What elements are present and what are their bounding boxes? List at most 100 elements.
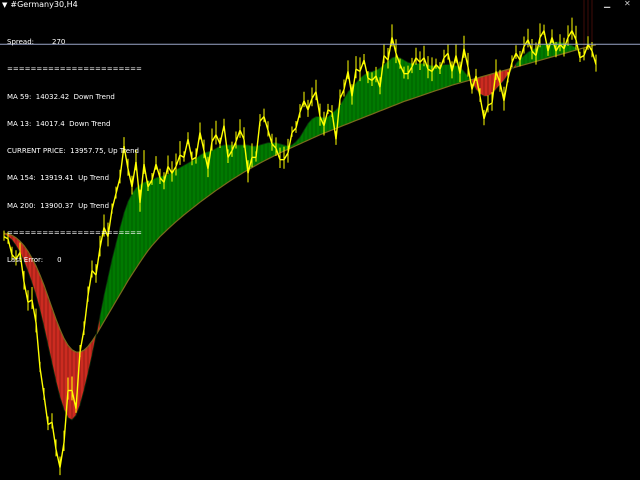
uptrend-fill xyxy=(152,177,156,246)
price-segment xyxy=(287,132,293,153)
price-segment xyxy=(155,163,161,178)
price-segment xyxy=(239,129,245,140)
price-segment xyxy=(183,139,189,158)
price-segment xyxy=(527,39,533,52)
downtrend-fill xyxy=(72,349,76,420)
uptrend-fill xyxy=(188,160,192,212)
uptrend-fill xyxy=(192,158,196,209)
uptrend-fill xyxy=(260,143,264,164)
price-segment xyxy=(55,449,61,468)
uptrend-fill xyxy=(404,60,408,102)
downtrend-fill xyxy=(68,345,72,420)
price-segment xyxy=(415,57,421,63)
current-price-status: CURRENT PRICE: 13957.75, Up Trend xyxy=(7,147,139,156)
uptrend-fill xyxy=(356,78,360,121)
price-segment xyxy=(299,100,305,113)
uptrend-fill xyxy=(240,144,244,175)
price-segment xyxy=(263,116,269,131)
triangle-down-icon[interactable]: ▼ xyxy=(2,1,7,9)
price-segment xyxy=(43,394,49,425)
price-segment xyxy=(235,129,241,142)
uptrend-fill xyxy=(264,142,268,162)
price-segment xyxy=(487,102,493,106)
downtrend-fill xyxy=(60,329,64,410)
uptrend-fill xyxy=(420,63,424,97)
uptrend-fill xyxy=(236,144,240,178)
spread-label: Spread: xyxy=(7,38,35,46)
downtrend-fill xyxy=(480,76,484,97)
price-segment xyxy=(83,295,89,330)
price-segment xyxy=(283,152,289,161)
price-segment xyxy=(211,134,217,142)
price-segment xyxy=(39,367,45,396)
downtrend-fill xyxy=(56,319,60,398)
panel-separator-2: ======================= xyxy=(7,229,142,238)
uptrend-fill xyxy=(388,57,392,108)
uptrend-fill xyxy=(444,64,448,88)
price-segment xyxy=(583,43,589,56)
uptrend-fill xyxy=(360,74,364,119)
price-segment xyxy=(483,105,489,120)
uptrend-fill xyxy=(196,155,200,206)
price-segment xyxy=(291,127,297,133)
ma59-status: MA 59: 14032.42 Down Trend xyxy=(7,92,115,101)
price-segment xyxy=(303,100,309,111)
price-segment xyxy=(523,39,529,47)
price-segment xyxy=(51,422,57,450)
chart-window-title[interactable]: ▼ #Germany30,H4 xyxy=(2,0,78,10)
uptrend-fill xyxy=(216,146,220,191)
price-segment xyxy=(579,54,585,59)
price-segment xyxy=(499,82,505,101)
price-segment xyxy=(463,48,469,67)
price-segment xyxy=(443,52,449,59)
price-segment xyxy=(215,134,221,145)
close-button[interactable]: ✕ xyxy=(624,0,631,8)
downtrend-fill xyxy=(488,73,492,97)
price-segment xyxy=(419,57,425,63)
price-segment xyxy=(315,91,321,117)
price-segment xyxy=(339,89,345,99)
price-segment xyxy=(591,50,597,65)
price-segment xyxy=(391,37,397,54)
uptrend-fill xyxy=(316,116,320,137)
price-segment xyxy=(167,166,173,174)
price-segment xyxy=(567,30,573,38)
price-segment xyxy=(195,132,201,158)
price-segment xyxy=(295,111,301,129)
ma13-status: MA 13: 14017.4 Down Trend xyxy=(7,119,111,128)
price-segment xyxy=(35,322,41,368)
uptrend-fill xyxy=(340,98,344,127)
uptrend-fill xyxy=(176,167,180,222)
spread-value: 270 xyxy=(52,38,66,46)
price-segment xyxy=(23,281,29,303)
price-segment xyxy=(387,37,393,61)
uptrend-fill xyxy=(384,61,388,110)
uptrend-fill xyxy=(416,63,420,98)
last-error-label: Last Error: xyxy=(7,256,44,265)
uptrend-fill xyxy=(180,165,184,219)
price-segment xyxy=(311,91,317,99)
uptrend-fill xyxy=(212,148,216,194)
ma200-status: MA 200: 13900.37 Up Trend xyxy=(7,201,110,210)
uptrend-fill xyxy=(156,176,160,242)
uptrend-fill xyxy=(312,116,316,139)
uptrend-fill xyxy=(376,67,380,113)
price-segment xyxy=(59,442,65,468)
price-segment xyxy=(515,52,521,61)
uptrend-fill xyxy=(160,175,164,237)
minimize-button[interactable]: ▁ xyxy=(604,0,610,8)
price-segment xyxy=(267,130,273,145)
price-segment xyxy=(511,52,517,63)
price-segment xyxy=(175,154,181,167)
price-segment xyxy=(539,30,545,38)
uptrend-fill xyxy=(164,174,168,233)
last-error-value: 0 xyxy=(57,256,62,265)
uptrend-fill xyxy=(148,180,152,251)
downtrend-fill xyxy=(84,346,88,391)
price-segment xyxy=(307,98,313,111)
uptrend-fill xyxy=(268,142,272,159)
price-segment xyxy=(571,30,577,40)
uptrend-fill xyxy=(308,118,312,141)
uptrend-fill xyxy=(540,44,544,61)
price-segment xyxy=(359,59,365,72)
